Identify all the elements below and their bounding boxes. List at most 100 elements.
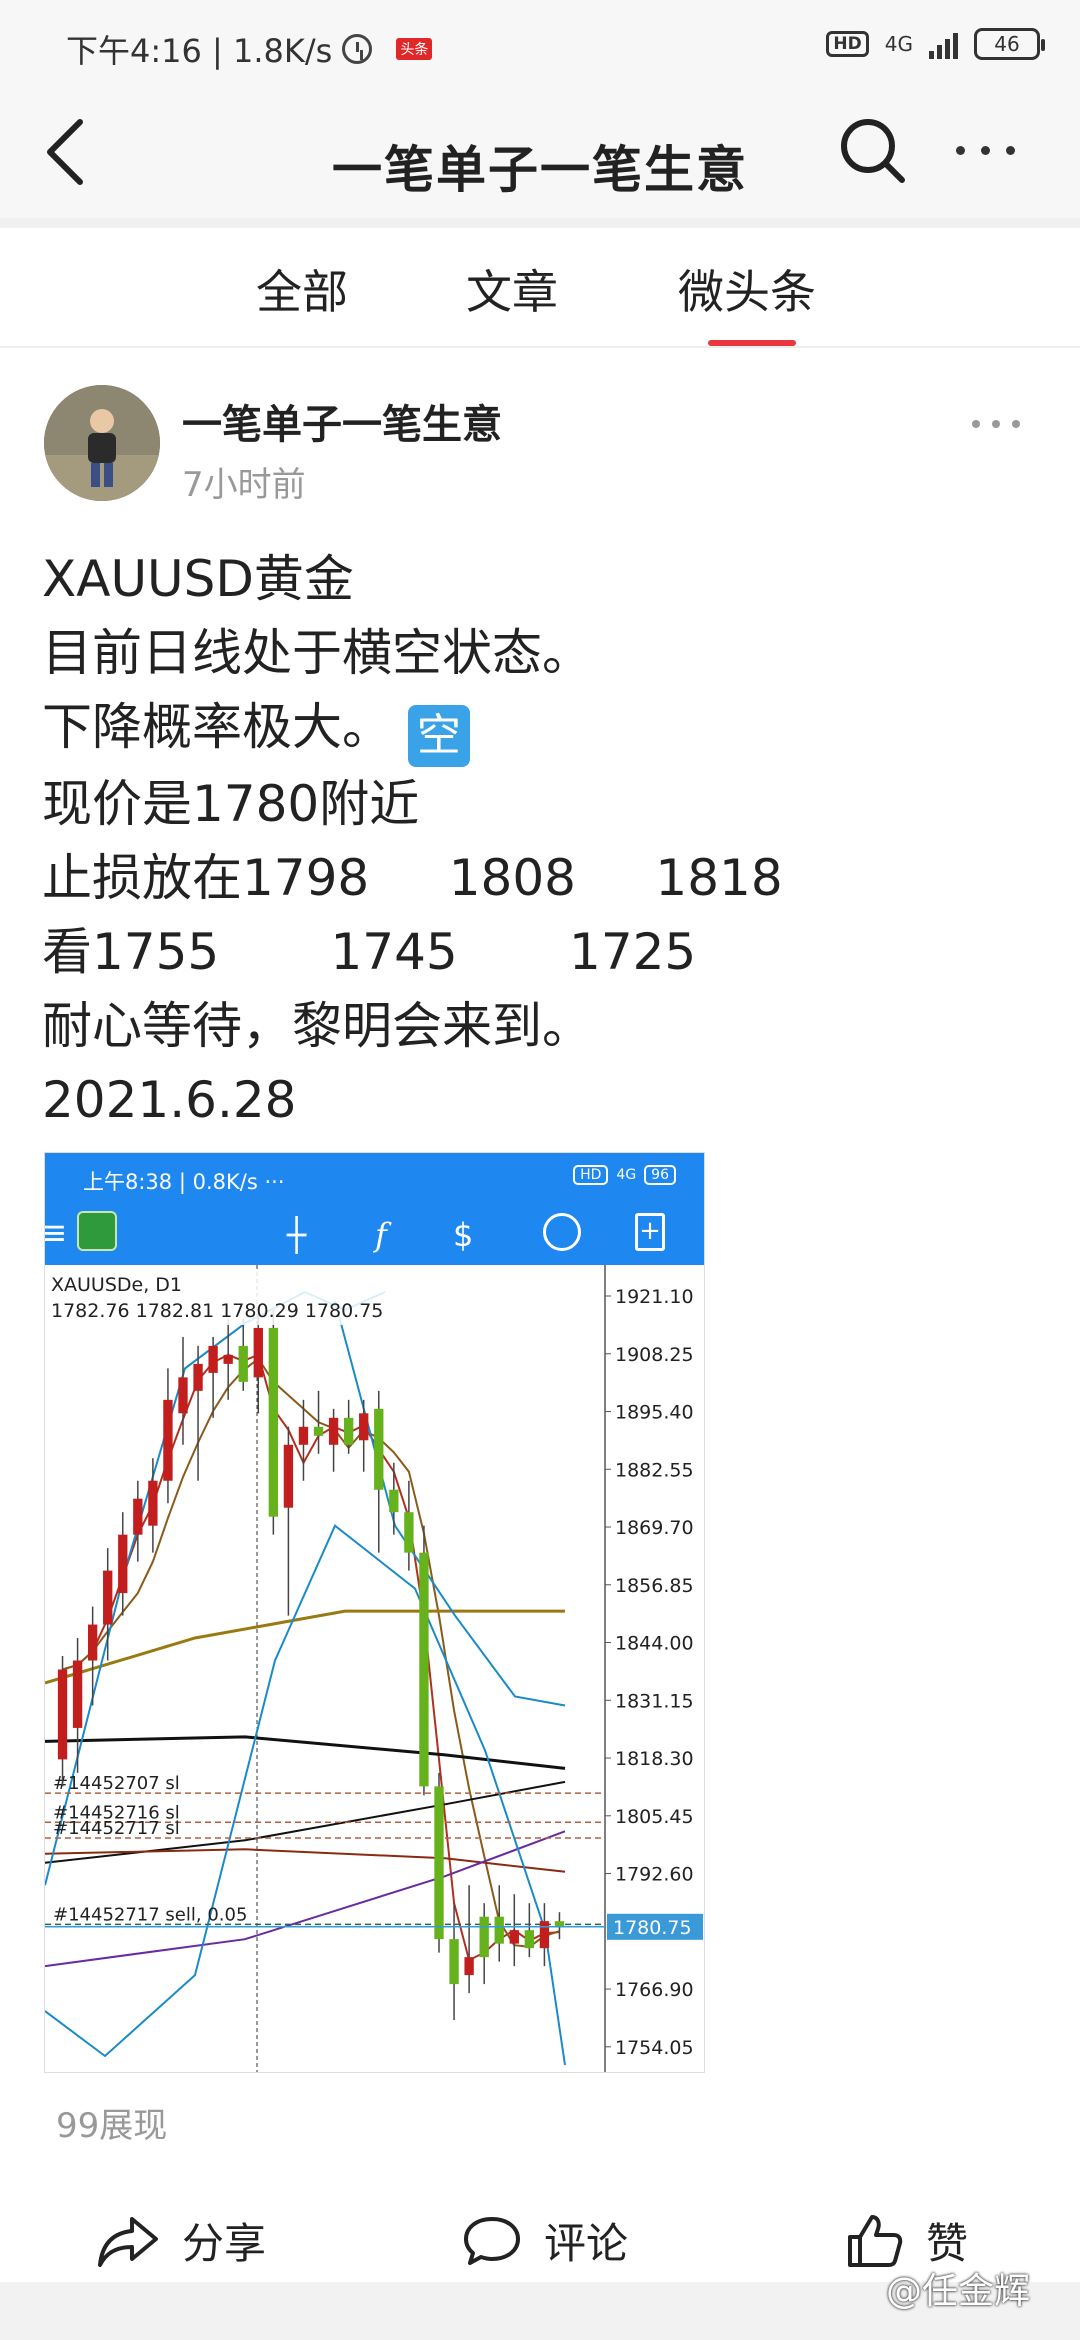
y-tick-label: 1856.85 [615,1575,694,1597]
ohlc-label: 1782.76 1782.81 1780.29 1780.75 [51,1300,383,1322]
symbol-label: XAUUSDe, D1 [51,1274,182,1296]
avatar[interactable] [44,385,160,501]
candle-body [72,1660,83,1728]
candle-body [283,1444,294,1508]
candle-body [389,1489,399,1513]
order-label: #14452707 sl [53,1773,180,1794]
status-left: 下午4:16 | 1.8K/s 头条 [66,26,433,72]
candle-body [404,1512,414,1553]
candle-body [178,1377,188,1414]
embedded-status-bar: 上午8:38 | 0.8K/s ··· HD 4G 96 [45,1153,704,1205]
comment-icon [464,2216,520,2265]
candle-body [238,1345,248,1382]
more-icon[interactable] [956,138,1026,162]
app-bar: 一笔单子一笔生意 [0,90,1080,218]
toutiao-badge: 头条 [396,38,433,60]
post-image[interactable]: 上午8:38 | 0.8K/s ··· HD 4G 96 ≡ ┼ f $ + 1… [44,1152,705,2073]
chart-svg: 1921.10 1908.25 1895.40 1882.55 1869.70 1856.… [45,1265,704,2072]
watermark: @任金辉 [886,2271,1031,2312]
post-line: 耐心等待，黎明会来到。 [42,997,592,1055]
candle-body [479,1916,489,1958]
y-tick-label: 1766.90 [615,1979,694,2001]
embedded-battery-icon: 96 [644,1165,676,1185]
share-button[interactable]: 分享 [96,2210,266,2271]
tab-all[interactable]: 全部 [256,256,348,322]
share-label: 分享 [182,2219,267,2268]
y-tick-label: 1792.60 [615,1864,694,1886]
menu-icon: ≡ [45,1215,68,1251]
candle-body [343,1417,354,1445]
search-icon[interactable] [832,110,912,190]
y-tick-label: 1882.55 [615,1459,694,1481]
battery-icon: 46 [974,28,1045,60]
post-line: 2021.6.28 [42,1071,297,1129]
candle-body [494,1916,504,1944]
candle-body [253,1327,263,1378]
candle-body [118,1534,128,1594]
candle-body [554,1921,565,1927]
tab-articles[interactable]: 文章 [466,256,558,322]
candle-body [148,1480,158,1526]
active-tab-indicator [708,340,796,346]
post-line: 止损放在1798 1808 1818 [42,849,783,907]
y-tick-label: 1869.70 [615,1517,694,1539]
like-icon [848,2214,903,2267]
kong-emoji-icon: 空 [407,705,470,767]
candle-body [268,1327,279,1517]
candle-body [539,1921,550,1949]
avatar-photo [44,385,160,501]
trade-icon: $ [453,1216,474,1254]
current-price-label: 1780.75 [613,1917,692,1939]
hd-icon: HD [826,31,869,57]
post-line-text: 下降概率极大。 [42,698,392,756]
candle-body [524,1930,535,1949]
candle-body [57,1669,68,1760]
candle-body [419,1552,429,1787]
function-icon: f [375,1216,387,1254]
y-tick-label: 1844.00 [615,1633,694,1655]
comment-button[interactable]: 评论 [462,2210,628,2271]
candle-body [163,1399,173,1481]
comment-label: 评论 [544,2219,629,2268]
order-label: #14452717 sl [53,1818,180,1839]
candle-body [103,1570,113,1625]
new-order-icon: + [635,1213,665,1251]
battery-level: 46 [994,32,1020,56]
post-line: XAUUSD黄金 [42,550,354,608]
author-name[interactable]: 一笔单子一笔生意 [182,392,502,450]
clock-icon [543,1213,581,1251]
post-body: XAUUSD黄金 目前日线处于横空状态。 下降概率极大。 空现价是1780附近 止损放… [42,542,783,1137]
y-tick-label: 1895.40 [615,1402,694,1424]
post-time: 7小时前 [182,465,306,505]
y-tick-label: 1831.15 [615,1690,694,1712]
tab-micro-headlines[interactable]: 微头条 [678,256,816,322]
price-chart: 1921.10 1908.25 1895.40 1882.55 1869.70 1856.… [45,1265,704,2072]
share-icon [98,2216,158,2267]
tab-bar: 全部 文章 微头条 [0,228,1080,348]
candle-body [313,1426,324,1436]
page-title: 一笔单子一笔生意 [332,141,748,199]
y-tick-label: 1818.30 [615,1748,694,1770]
embedded-status-right: HD 4G 96 [573,1165,676,1185]
signal-icon [929,29,958,59]
status-time: 下午4:16 | 1.8K/s [66,32,333,70]
post-line: 目前日线处于横空状态。 [42,624,592,682]
y-tick-label: 1908.25 [615,1344,694,1366]
crosshair-icon: ┼ [287,1216,307,1254]
post-line: 现价是1780附近 [42,775,420,833]
post-line: 下降概率极大。 空 [42,690,783,767]
candle-body [298,1426,309,1445]
alarm-icon [342,34,373,64]
view-count: 99展现 [56,2106,168,2146]
y-tick-label: 1921.10 [615,1286,694,1308]
divider [0,218,1080,228]
candle-body [464,1957,474,1976]
status-bar: 下午4:16 | 1.8K/s 头条 HD 4G 46 [0,0,1080,90]
candle-body [133,1498,143,1535]
embedded-toolbar: ≡ ┼ f $ + [45,1205,704,1265]
candle-body [223,1354,233,1364]
embedded-status-time: 上午8:38 | 0.8K/s ··· [83,1170,285,1194]
post-more-icon[interactable] [972,420,1020,428]
candle-body [359,1413,369,1441]
candle-body [449,1939,459,1985]
